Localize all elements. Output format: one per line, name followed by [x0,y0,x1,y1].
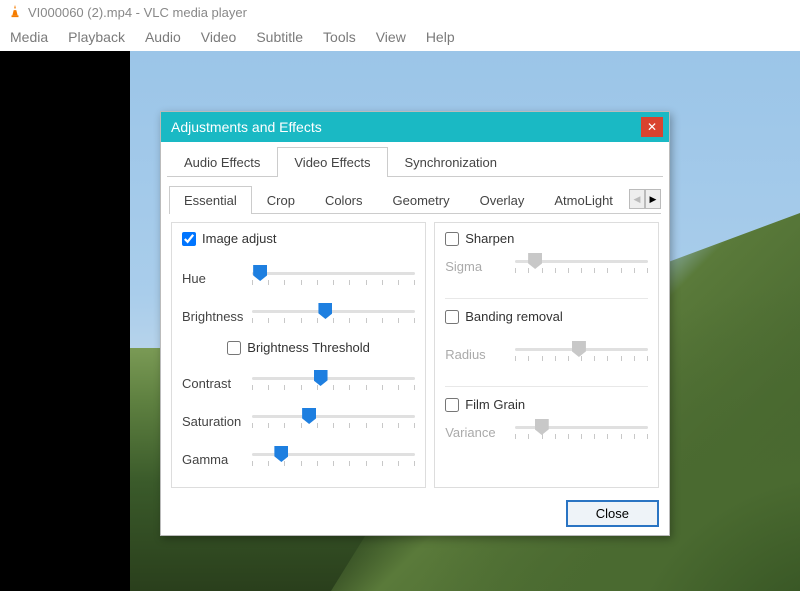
filmgrain-label: Film Grain [465,397,525,412]
subtab-colors[interactable]: Colors [310,186,378,214]
dialog-footer: Close [161,494,669,535]
subtab-scroll-left[interactable]: ◀ [629,189,645,209]
essential-panel: Image adjust Hue Brightness [161,214,669,494]
gamma-label: Gamma [182,452,246,467]
brightness-slider[interactable] [252,302,415,330]
brightness-threshold-checkbox-input[interactable] [227,341,241,355]
dialog-titlebar[interactable]: Adjustments and Effects ✕ [161,112,669,142]
sub-tabs: Essential Crop Colors Geometry Overlay A… [169,185,629,213]
tab-video-effects[interactable]: Video Effects [277,147,387,177]
brightness-threshold-checkbox[interactable]: Brightness Threshold [227,340,370,355]
image-adjust-checkbox-input[interactable] [182,232,196,246]
saturation-row: Saturation [182,407,415,435]
main-tabs: Audio Effects Video Effects Synchronizat… [167,146,663,177]
image-adjust-checkbox[interactable]: Image adjust [182,231,415,246]
hue-row: Hue [182,264,415,292]
subtab-overlay[interactable]: Overlay [465,186,540,214]
dialog-close-icon[interactable]: ✕ [641,117,663,137]
banding-group: Banding removal Radius [445,309,648,387]
filmgrain-group: Film Grain Variance [445,397,648,464]
sharpen-checkbox[interactable]: Sharpen [445,231,648,246]
radius-row: Radius [445,340,648,368]
subtab-scroll-right[interactable]: ▶ [645,189,661,209]
subtab-crop[interactable]: Crop [252,186,310,214]
brightness-label: Brightness [182,309,246,324]
menu-subtitle[interactable]: Subtitle [256,29,303,45]
sharpen-group: Sharpen Sigma [445,231,648,299]
menu-view[interactable]: View [376,29,406,45]
saturation-label: Saturation [182,414,246,429]
menu-media[interactable]: Media [10,29,48,45]
sharpen-checkbox-input[interactable] [445,232,459,246]
hue-label: Hue [182,271,246,286]
menu-playback[interactable]: Playback [68,29,125,45]
filmgrain-checkbox-input[interactable] [445,398,459,412]
brightness-threshold-label: Brightness Threshold [247,340,370,355]
radius-slider [515,340,648,368]
brightness-threshold-row: Brightness Threshold [182,340,415,361]
contrast-label: Contrast [182,376,246,391]
variance-label: Variance [445,425,509,440]
adjustments-effects-dialog: Adjustments and Effects ✕ Audio Effects … [160,111,670,536]
subtab-scroll: ◀ ▶ [629,189,661,209]
subtab-geometry[interactable]: Geometry [378,186,465,214]
menu-audio[interactable]: Audio [145,29,181,45]
sigma-slider [515,252,648,280]
filmgrain-checkbox[interactable]: Film Grain [445,397,648,412]
hue-slider[interactable] [252,264,415,292]
sigma-row: Sigma [445,252,648,280]
contrast-slider[interactable] [252,369,415,397]
subtab-atmolight[interactable]: AtmoLight [539,186,628,214]
window-title: VI000060 (2).mp4 - VLC media player [28,5,247,20]
banding-label: Banding removal [465,309,563,324]
tab-synchronization[interactable]: Synchronization [388,147,515,177]
vlc-cone-icon [8,4,22,21]
radius-label: Radius [445,347,509,362]
dialog-title: Adjustments and Effects [171,119,322,135]
gamma-row: Gamma [182,445,415,473]
video-area: Adjustments and Effects ✕ Audio Effects … [0,51,800,591]
contrast-row: Contrast [182,369,415,397]
menu-video[interactable]: Video [201,29,237,45]
sub-tabs-wrap: Essential Crop Colors Geometry Overlay A… [169,185,661,214]
image-adjust-group: Image adjust Hue Brightness [171,222,426,488]
sigma-label: Sigma [445,259,509,274]
image-adjust-label: Image adjust [202,231,276,246]
menubar: Media Playback Audio Video Subtitle Tool… [0,25,800,51]
menu-help[interactable]: Help [426,29,455,45]
banding-checkbox[interactable]: Banding removal [445,309,648,324]
menu-tools[interactable]: Tools [323,29,356,45]
banding-checkbox-input[interactable] [445,310,459,324]
subtab-essential[interactable]: Essential [169,186,252,214]
saturation-slider[interactable] [252,407,415,435]
sharpen-label: Sharpen [465,231,514,246]
window-titlebar: VI000060 (2).mp4 - VLC media player [0,0,800,25]
right-groups: Sharpen Sigma Banding removal [434,222,659,488]
variance-slider [515,418,648,446]
tab-audio-effects[interactable]: Audio Effects [167,147,277,177]
close-button[interactable]: Close [566,500,659,527]
brightness-row: Brightness [182,302,415,330]
variance-row: Variance [445,418,648,446]
gamma-slider[interactable] [252,445,415,473]
